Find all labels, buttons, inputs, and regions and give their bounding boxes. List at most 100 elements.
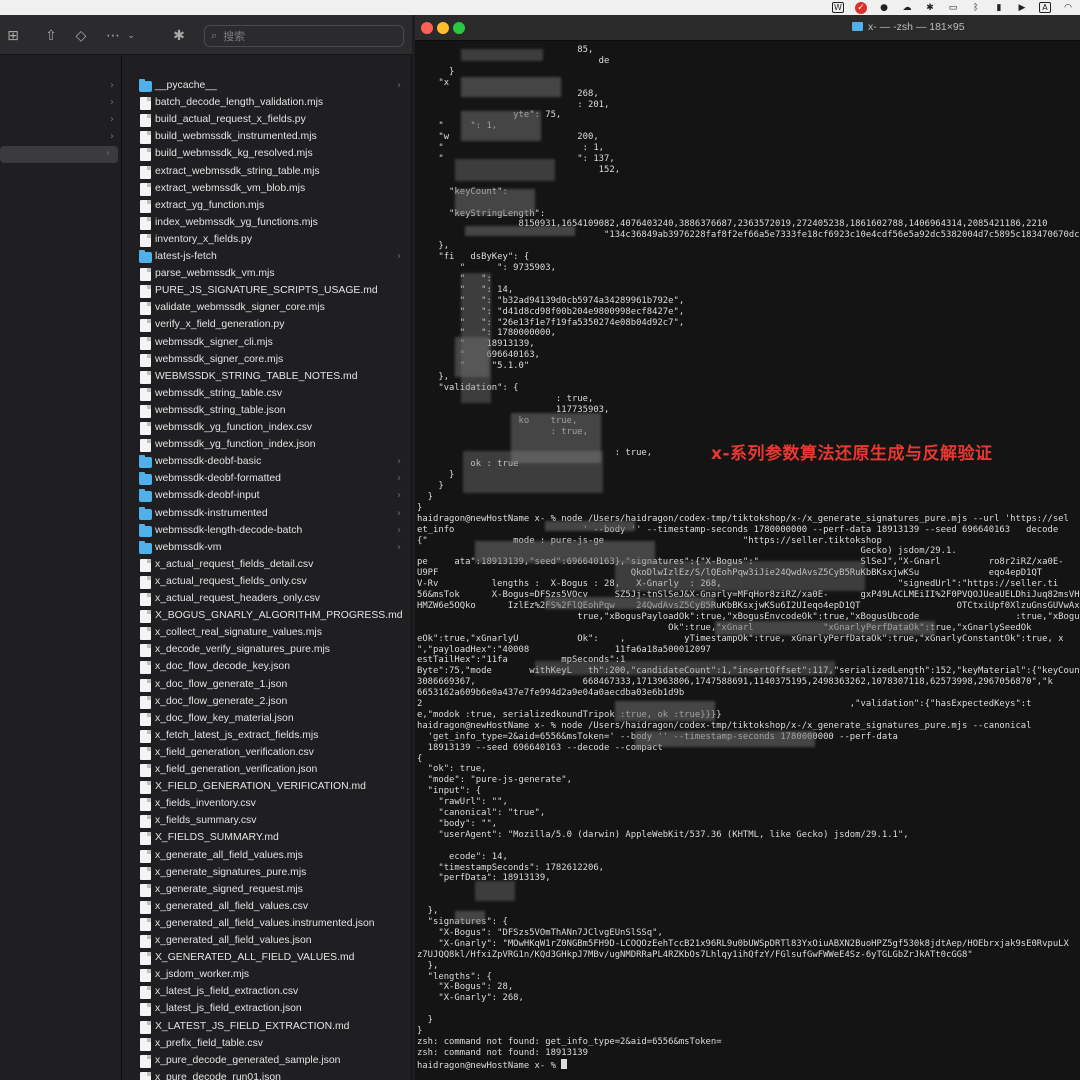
wifi-icon[interactable]: ◠ [1062, 2, 1074, 14]
file-item[interactable]: x_latest_js_field_extraction.json [123, 1001, 411, 1018]
close-button[interactable] [421, 22, 433, 34]
file-item[interactable]: x_generate_signatures_pure.mjs [123, 865, 411, 882]
display-icon[interactable]: ▭ [947, 2, 959, 14]
file-item[interactable]: extract_webmssdk_string_table.mjs [123, 164, 411, 181]
file-item[interactable]: x_actual_request_fields_detail.csv [123, 557, 411, 574]
more-actions-icon[interactable]: ⋯ [104, 27, 122, 45]
document-icon [140, 165, 151, 179]
terminal-line: 56&msTok X-Bogus=DFSzs5VOcv SZ5Jj-tnSlSe… [417, 590, 1080, 600]
file-item[interactable]: x_generated_all_field_values.csv [123, 899, 411, 916]
chevron-right-icon: › [397, 456, 401, 468]
zoom-button[interactable] [453, 22, 465, 34]
finder-toolbar: ⊞ ⇧ ◇ ⋯ ⌄ ✱ ⌕ 搜索 [0, 15, 412, 55]
battery-icon[interactable]: ▮ [993, 2, 1005, 14]
file-item[interactable]: extract_webmssdk_vm_blob.mjs [123, 181, 411, 198]
play-icon[interactable]: ▶ [1016, 2, 1028, 14]
parent-folder-row[interactable]: › [0, 112, 122, 129]
file-item[interactable]: webmssdk_signer_cli.mjs [123, 335, 411, 352]
file-item[interactable]: inventory_x_fields.py [123, 232, 411, 249]
folder-item[interactable]: webmssdk-deobf-basic › [123, 454, 411, 471]
view-options-icon[interactable]: ⊞ [4, 27, 22, 45]
file-item[interactable]: X_FIELD_GENERATION_VERIFICATION.md [123, 779, 411, 796]
file-item[interactable]: PURE_JS_SIGNATURE_SCRIPTS_USAGE.md [123, 283, 411, 300]
file-item[interactable]: index_webmssdk_yg_functions.mjs [123, 215, 411, 232]
minimize-button[interactable] [437, 22, 449, 34]
file-item[interactable]: webmssdk_signer_core.mjs [123, 352, 411, 369]
file-item[interactable]: X_FIELDS_SUMMARY.md [123, 830, 411, 847]
file-item[interactable]: verify_x_field_generation.py [123, 317, 411, 334]
input-source-icon[interactable]: A [1039, 2, 1051, 13]
search-input[interactable]: ⌕ 搜索 [204, 25, 404, 47]
bluetooth-icon[interactable]: ᛒ [970, 2, 982, 14]
file-item[interactable]: X_GENERATED_ALL_FIELD_VALUES.md [123, 950, 411, 967]
file-item[interactable]: WEBMSSDK_STRING_TABLE_NOTES.md [123, 369, 411, 386]
share-icon[interactable]: ⇧ [42, 27, 60, 45]
parent-folder-row[interactable]: › [0, 146, 118, 163]
file-item[interactable]: x_doc_flow_decode_key.json [123, 659, 411, 676]
tag-icon[interactable]: ◇ [72, 27, 90, 45]
chevron-right-icon: › [106, 148, 110, 159]
file-item[interactable]: x_prefix_field_table.csv [123, 1036, 411, 1053]
file-item[interactable]: x_collect_real_signature_values.mjs [123, 625, 411, 642]
file-item[interactable]: x_decode_verify_signatures_pure.mjs [123, 642, 411, 659]
file-item[interactable]: x_generated_all_field_values.instrumente… [123, 916, 411, 933]
wechat-icon[interactable]: ● [878, 2, 890, 14]
folder-item[interactable]: webmssdk-length-decode-batch › [123, 523, 411, 540]
chevron-right-icon: › [397, 524, 401, 536]
document-icon [140, 370, 151, 384]
file-item[interactable]: webmssdk_string_table.csv [123, 386, 411, 403]
file-item[interactable]: x_fetch_latest_js_extract_fields.mjs [123, 728, 411, 745]
file-item[interactable]: parse_webmssdk_vm.mjs [123, 266, 411, 283]
app-w-icon[interactable]: W [832, 2, 844, 13]
file-item[interactable]: x_generate_signed_request.mjs [123, 882, 411, 899]
file-item[interactable]: x_doc_flow_generate_2.json [123, 694, 411, 711]
document-icon [140, 131, 151, 145]
file-name: x_jsdom_worker.mjs [155, 969, 250, 981]
file-item[interactable]: validate_webmssdk_signer_core.mjs [123, 300, 411, 317]
file-item[interactable]: x_actual_request_fields_only.csv [123, 574, 411, 591]
file-item[interactable]: build_webmssdk_kg_resolved.mjs [123, 146, 411, 163]
chevron-right-icon: › [397, 473, 401, 485]
red-circle-app-icon[interactable]: ✓ [855, 1, 867, 14]
file-item[interactable]: x_generated_all_field_values.json [123, 933, 411, 950]
file-item[interactable]: x_fields_summary.csv [123, 813, 411, 830]
file-item[interactable]: webmssdk_yg_function_index.json [123, 437, 411, 454]
folder-item[interactable]: latest-js-fetch › [123, 249, 411, 266]
parent-folder-row[interactable]: › [0, 78, 122, 95]
file-item[interactable]: webmssdk_string_table.json [123, 403, 411, 420]
folder-item[interactable]: webmssdk-deobf-input › [123, 488, 411, 505]
redaction-mosaic [535, 661, 835, 675]
group-by-icon[interactable]: ✱ [170, 27, 188, 45]
file-item[interactable]: x_doc_flow_generate_1.json [123, 677, 411, 694]
chevron-down-icon[interactable]: ⌄ [122, 27, 140, 45]
file-item[interactable]: webmssdk_yg_function_index.csv [123, 420, 411, 437]
file-name: webmssdk_signer_core.mjs [155, 353, 284, 365]
terminal-line: "X-Gnarly": "MOwHKqW1rZ0NGBm5FH9D-LCOQOz… [417, 938, 1069, 949]
folder-item[interactable]: __pycache__ › [123, 78, 411, 95]
file-item[interactable]: x_field_generation_verification.csv [123, 745, 411, 762]
file-item[interactable]: x_actual_request_headers_only.csv [123, 591, 411, 608]
parent-folder-row[interactable]: › [0, 129, 122, 146]
file-name: x_doc_flow_key_material.json [155, 712, 294, 724]
file-item[interactable]: x_pure_decode_generated_sample.json [123, 1053, 411, 1070]
file-item[interactable]: x_generate_all_field_values.mjs [123, 848, 411, 865]
parent-folder-row[interactable]: › [0, 95, 122, 112]
file-item[interactable]: x_fields_inventory.csv [123, 796, 411, 813]
terminal-output[interactable]: 85, de } "x 268, : 201, yte": 75, " ": 1… [415, 41, 1080, 1080]
file-item[interactable]: x_doc_flow_key_material.json [123, 711, 411, 728]
file-item[interactable]: build_actual_request_x_fields.py [123, 112, 411, 129]
folder-item[interactable]: webmssdk-instrumented › [123, 506, 411, 523]
file-item[interactable]: x_field_generation_verification.json [123, 762, 411, 779]
file-item[interactable]: build_webmssdk_instrumented.mjs [123, 129, 411, 146]
gear-icon[interactable]: ✱ [924, 2, 936, 14]
file-item[interactable]: extract_yg_function.mjs [123, 198, 411, 215]
file-item[interactable]: X_LATEST_JS_FIELD_EXTRACTION.md [123, 1019, 411, 1036]
file-item[interactable]: batch_decode_length_validation.mjs [123, 95, 411, 112]
cloud-icon[interactable]: ☁ [901, 2, 913, 14]
file-item[interactable]: x_pure_decode_run01.json [123, 1070, 411, 1080]
file-item[interactable]: x_jsdom_worker.mjs [123, 967, 411, 984]
file-item[interactable]: x_latest_js_field_extraction.csv [123, 984, 411, 1001]
file-item[interactable]: X_BOGUS_GNARLY_ALGORITHM_PROGRESS.md [123, 608, 411, 625]
folder-item[interactable]: webmssdk-vm › [123, 540, 411, 557]
folder-item[interactable]: webmssdk-deobf-formatted › [123, 471, 411, 488]
